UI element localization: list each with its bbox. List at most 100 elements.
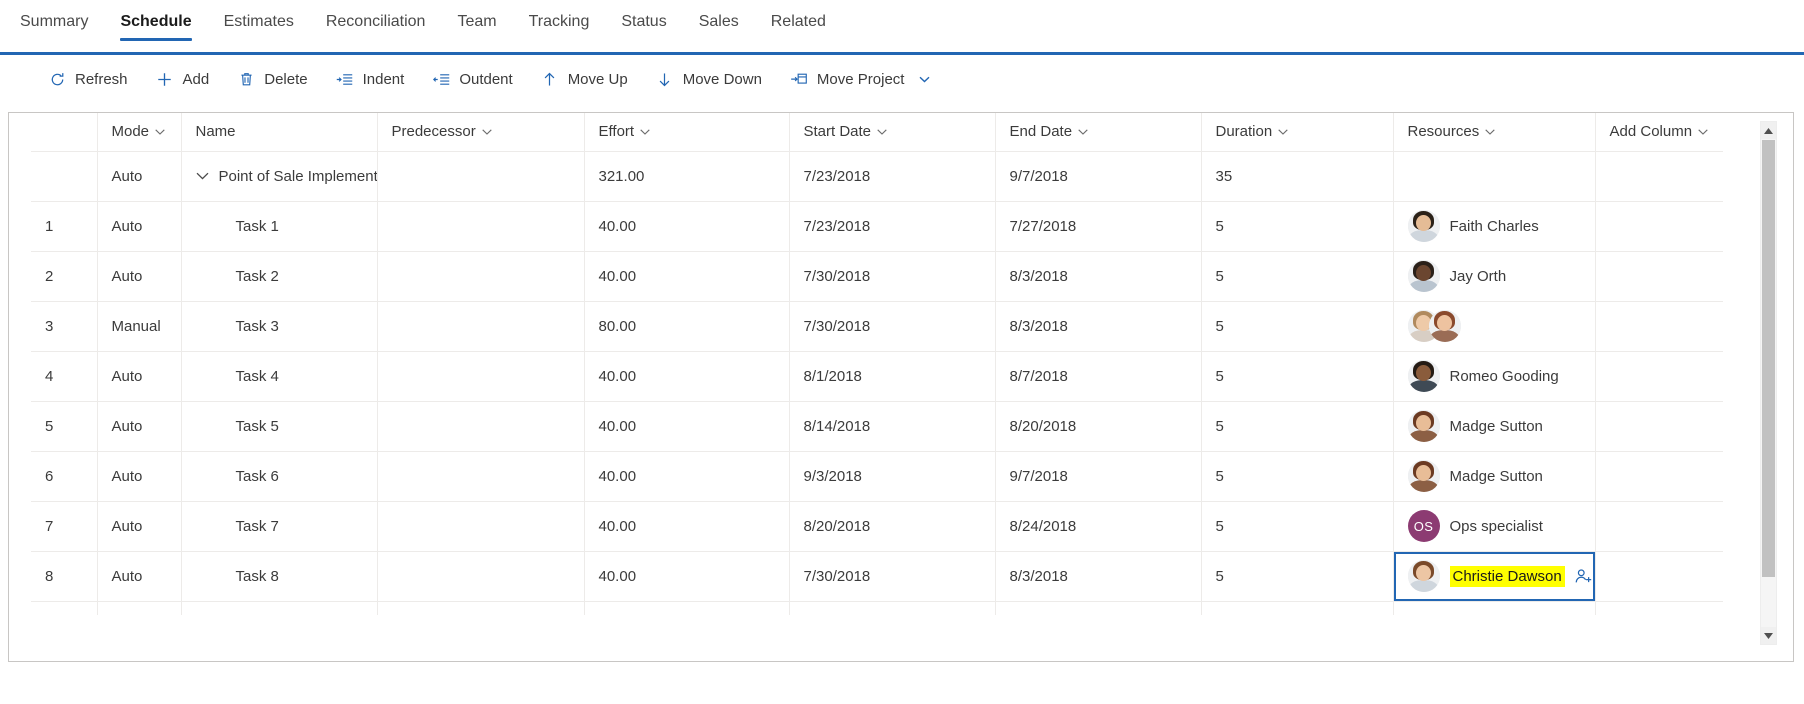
cell-name[interactable]: Task 4 [181,351,378,402]
tab-tracking[interactable]: Tracking [513,0,606,46]
cell-resources[interactable]: Faith Charles [1393,201,1596,252]
cell-resources[interactable]: Jay Orth [1393,251,1596,302]
cell-index[interactable] [31,151,98,202]
cell-add-column[interactable] [1595,451,1723,502]
collapse-chevron-icon[interactable] [196,172,210,180]
column-header-res[interactable]: Resources [1393,113,1596,152]
chevron-down-icon[interactable] [482,129,492,135]
column-header-dur[interactable]: Duration [1201,113,1394,152]
cell-end-date[interactable]: 9/7/2018 [995,451,1202,502]
cell-add-column[interactable] [1595,151,1723,202]
chevron-down-icon[interactable] [919,76,930,83]
cell-start-date[interactable]: 7/23/2018 [789,201,996,252]
cell-start-date[interactable]: 8/14/2018 [789,401,996,452]
cell-duration[interactable]: 5 [1201,251,1394,302]
cell-end-date[interactable]: 8/3/2018 [995,251,1202,302]
table-row-partial[interactable] [31,601,1723,615]
cell-predecessor[interactable] [377,551,585,602]
cell-effort[interactable]: 40.00 [584,451,790,502]
column-header-effort[interactable]: Effort [584,113,790,152]
chevron-down-icon[interactable] [1078,129,1088,135]
cell-name[interactable]: Task 6 [181,451,378,502]
refresh-button[interactable]: Refresh [44,64,140,94]
cell-resources[interactable]: Madge Sutton [1393,451,1596,502]
cell-name[interactable]: Task 2 [181,251,378,302]
cell-mode[interactable]: Auto [97,151,182,202]
cell-resources[interactable] [1393,301,1596,352]
cell-start-date[interactable]: 7/30/2018 [789,551,996,602]
add-button[interactable]: Add [152,64,222,94]
vertical-scrollbar[interactable] [1760,121,1777,645]
table-row[interactable]: 7 Auto Task 7 40.00 8/20/2018 8/24/2018 5 OS Ops… [31,501,1723,552]
cell-name[interactable]: Task 8 [181,551,378,602]
cell-duration[interactable]: 5 [1201,551,1394,602]
cell-name[interactable]: Task 7 [181,501,378,552]
add-resource-icon[interactable] [1575,568,1593,585]
cell-end-date[interactable]: 8/3/2018 [995,551,1202,602]
cell-predecessor[interactable] [377,451,585,502]
cell-name[interactable]: Task 5 [181,401,378,452]
cell-empty[interactable] [377,601,585,615]
cell-start-date[interactable]: 8/1/2018 [789,351,996,402]
cell-name[interactable]: Task 3 [181,301,378,352]
tab-summary[interactable]: Summary [4,0,104,46]
cell-add-column[interactable] [1595,201,1723,252]
cell-name[interactable]: Task 1 [181,201,378,252]
move-project-button[interactable]: Move Project [786,64,943,94]
table-row[interactable]: Auto Point of Sale Implementat 321.00 7/23/… [31,151,1723,202]
cell-add-column[interactable] [1595,301,1723,352]
tab-related[interactable]: Related [755,0,842,46]
cell-empty[interactable] [995,601,1202,615]
cell-index[interactable]: 2 [31,251,98,302]
cell-empty[interactable] [584,601,790,615]
cell-resources-selected[interactable]: Christie Dawson [1393,551,1596,602]
cell-add-column[interactable] [1595,351,1723,402]
chevron-down-icon[interactable] [1698,129,1708,135]
cell-resources[interactable]: OS Ops specialist [1393,501,1596,552]
chevron-down-icon[interactable] [1485,129,1495,135]
cell-predecessor[interactable] [377,351,585,402]
scroll-down-arrow-icon[interactable] [1761,627,1776,644]
column-header-mode[interactable]: Mode [97,113,182,152]
cell-resources[interactable]: Madge Sutton [1393,401,1596,452]
cell-index[interactable]: 6 [31,451,98,502]
cell-predecessor[interactable] [377,151,585,202]
cell-index[interactable]: 3 [31,301,98,352]
cell-start-date[interactable]: 9/3/2018 [789,451,996,502]
cell-mode[interactable]: Auto [97,201,182,252]
cell-effort[interactable]: 40.00 [584,501,790,552]
outdent-button[interactable]: Outdent [428,64,524,94]
cell-duration[interactable]: 5 [1201,351,1394,402]
cell-predecessor[interactable] [377,501,585,552]
cell-add-column[interactable] [1595,551,1723,602]
cell-duration[interactable]: 5 [1201,401,1394,452]
cell-effort[interactable]: 40.00 [584,401,790,452]
cell-effort[interactable]: 40.00 [584,351,790,402]
column-header-end[interactable]: End Date [995,113,1202,152]
chevron-down-icon[interactable] [1278,129,1288,135]
table-row[interactable]: 6 Auto Task 6 40.00 9/3/2018 9/7/2018 5 Madge S… [31,451,1723,502]
cell-effort[interactable]: 321.00 [584,151,790,202]
tab-team[interactable]: Team [441,0,512,46]
cell-mode[interactable]: Auto [97,401,182,452]
column-header-pred[interactable]: Predecessor [377,113,585,152]
cell-end-date[interactable]: 8/24/2018 [995,501,1202,552]
cell-empty[interactable] [1393,601,1596,615]
cell-duration[interactable]: 5 [1201,501,1394,552]
cell-index[interactable]: 1 [31,201,98,252]
cell-name[interactable]: Point of Sale Implementat [181,151,378,202]
table-row[interactable]: 1 Auto Task 1 40.00 7/23/2018 7/27/2018 5 Faith… [31,201,1723,252]
cell-index[interactable]: 7 [31,501,98,552]
table-row[interactable]: 4 Auto Task 4 40.00 8/1/2018 8/7/2018 5 Romeo G… [31,351,1723,402]
tab-estimates[interactable]: Estimates [208,0,310,46]
cell-start-date[interactable]: 7/30/2018 [789,251,996,302]
cell-empty[interactable] [31,601,98,615]
cell-mode[interactable]: Manual [97,301,182,352]
chevron-down-icon[interactable] [877,129,887,135]
cell-predecessor[interactable] [377,251,585,302]
cell-empty[interactable] [789,601,996,615]
cell-empty[interactable] [1595,601,1723,615]
move-down-button[interactable]: Move Down [652,64,774,94]
cell-duration[interactable]: 35 [1201,151,1394,202]
cell-duration[interactable]: 5 [1201,451,1394,502]
